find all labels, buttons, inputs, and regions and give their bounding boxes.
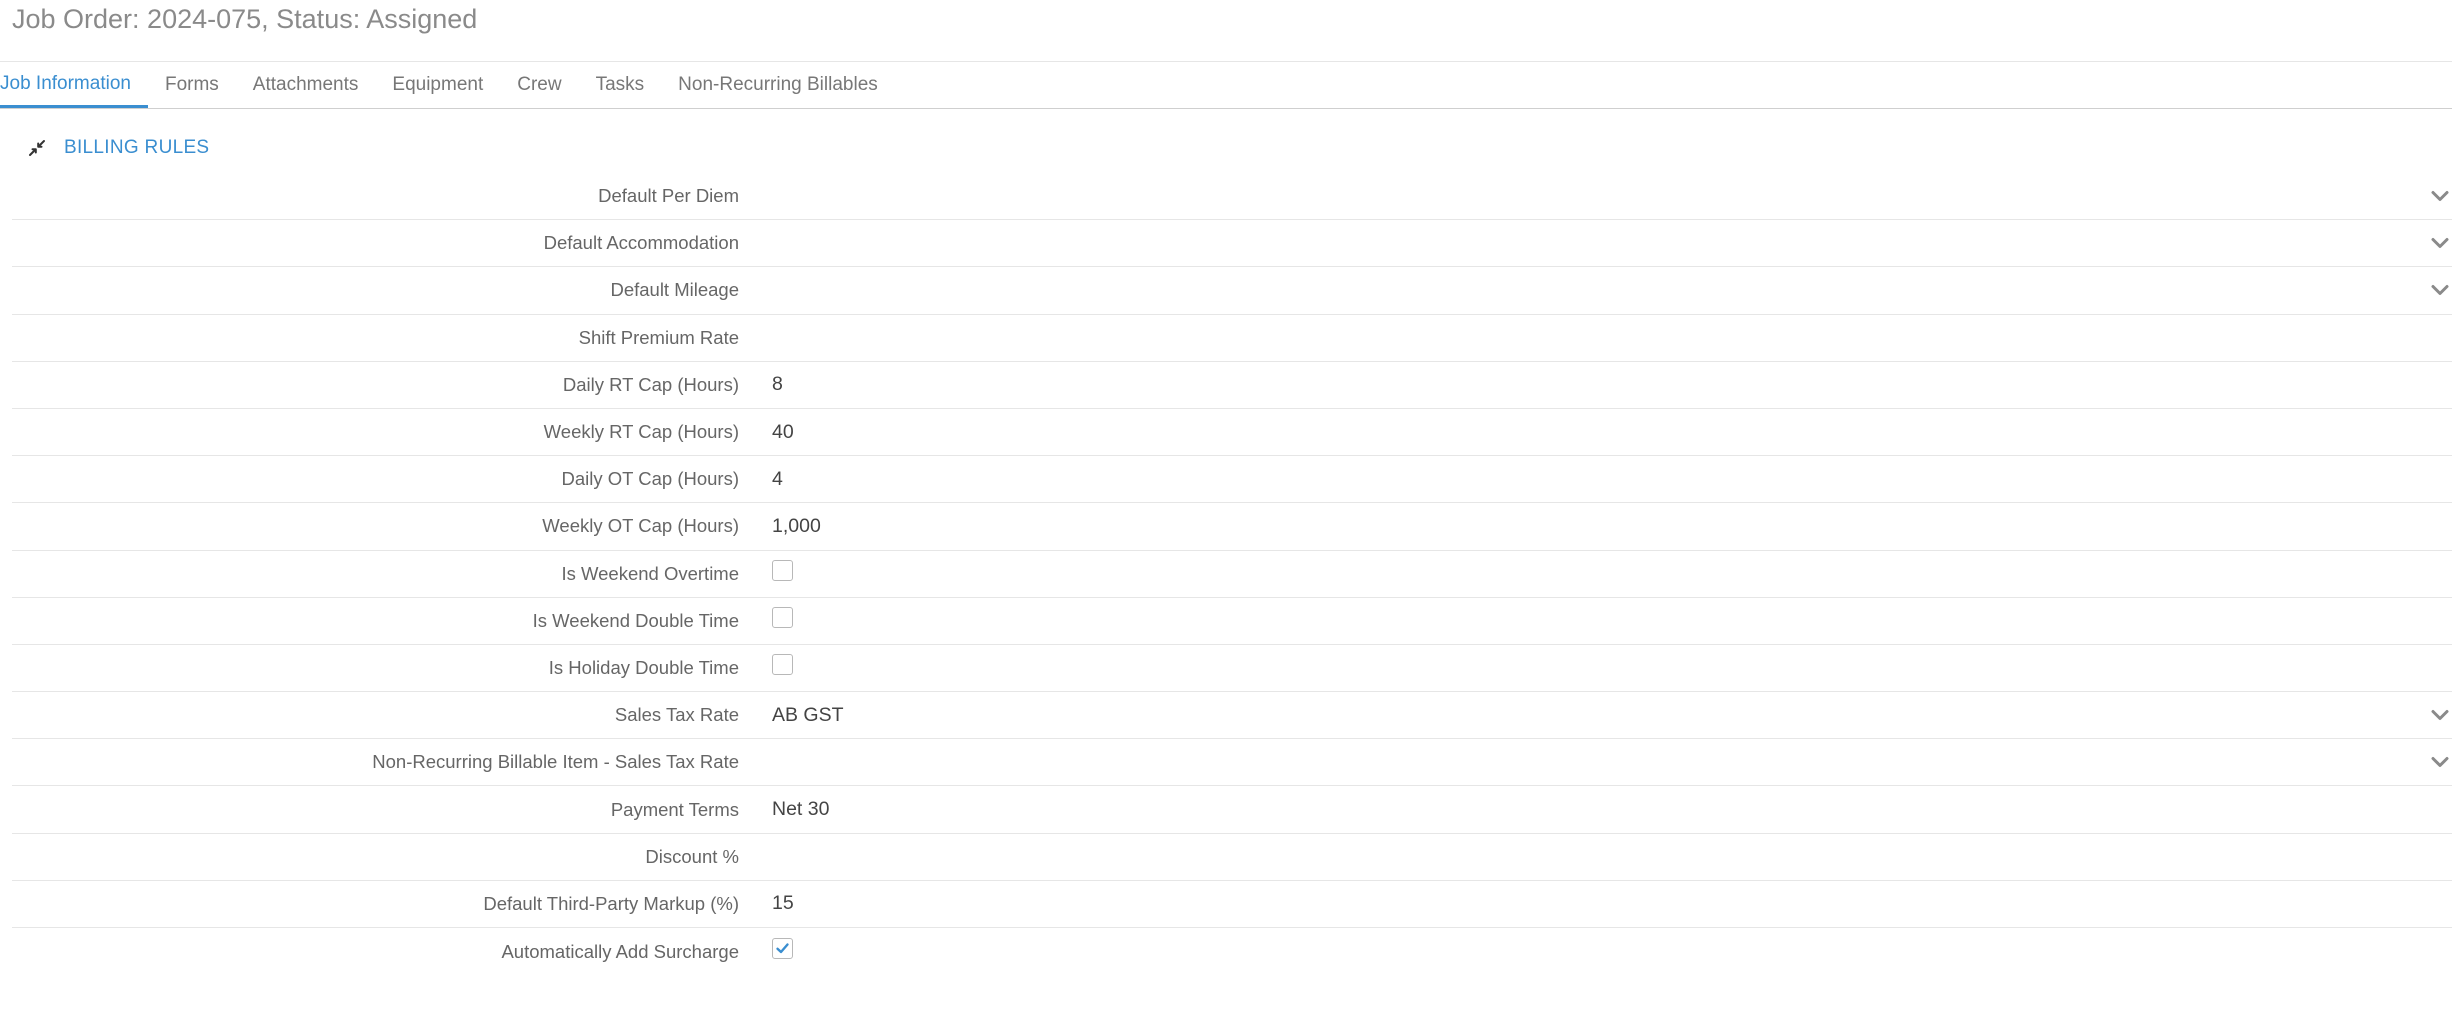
tab-job-information[interactable]: Job Information — [0, 62, 148, 108]
field-label: Is Weekend Double Time — [532, 609, 739, 631]
field-label: Is Weekend Overtime — [561, 562, 739, 584]
default-accommodation-select[interactable] — [772, 220, 2452, 266]
chevron-down-icon[interactable] — [2428, 750, 2452, 774]
field-label: Weekly RT Cap (Hours) — [543, 421, 739, 443]
field-label: Automatically Add Surcharge — [501, 940, 739, 962]
billing-rules-form: Default Per Diem Default Accommodation Def… — [12, 173, 2452, 975]
is-holiday-double-time-checkbox[interactable] — [772, 654, 793, 676]
daily-ot-cap-hours-input[interactable]: 4 — [772, 456, 2452, 502]
checkbox-cell — [772, 598, 2452, 644]
sales-tax-rate-select[interactable]: AB GST — [772, 692, 2452, 738]
form-row-default-third-party-markup: Default Third-Party Markup (%) 15 — [12, 881, 2452, 928]
form-row-discount: Discount % — [12, 834, 2452, 881]
tab-non-recurring-billables[interactable]: Non-Recurring Billables — [661, 62, 895, 108]
tab-forms[interactable]: Forms — [148, 62, 236, 108]
chevron-down-icon[interactable] — [2428, 703, 2452, 727]
form-row-shift-premium-rate: Shift Premium Rate — [12, 315, 2452, 362]
field-label: Default Per Diem — [598, 185, 739, 207]
chevron-down-icon[interactable] — [2428, 231, 2452, 255]
shift-premium-rate-input[interactable] — [772, 315, 2452, 361]
form-row-default-accommodation: Default Accommodation — [12, 220, 2452, 268]
form-row-weekly-ot-cap-hours: Weekly OT Cap (Hours) 1,000 — [12, 503, 2452, 551]
field-label: Non-Recurring Billable Item - Sales Tax … — [372, 751, 739, 773]
form-row-non-recurring-billable-item-sales-tax-rate: Non-Recurring Billable Item - Sales Tax … — [12, 739, 2452, 787]
weekly-ot-cap-hours-input[interactable]: 1,000 — [772, 503, 2452, 549]
field-label: Discount % — [645, 845, 739, 867]
field-label: Weekly OT Cap (Hours) — [542, 515, 739, 537]
checkmark-icon — [775, 941, 790, 956]
tab-attachments[interactable]: Attachments — [236, 62, 376, 108]
weekly-rt-cap-hours-input[interactable]: 40 — [772, 409, 2452, 455]
field-label: Sales Tax Rate — [614, 704, 739, 726]
form-row-default-per-diem: Default Per Diem — [12, 173, 2452, 221]
section-title: BILLING RULES — [64, 137, 210, 158]
non-recurring-billable-item-sales-tax-rate-select[interactable] — [772, 739, 2452, 785]
tab-crew[interactable]: Crew — [500, 62, 578, 108]
discount-input[interactable] — [772, 834, 2452, 880]
checkbox-cell — [772, 551, 2452, 597]
collapse-arrows-icon[interactable] — [28, 139, 46, 157]
field-label: Daily OT Cap (Hours) — [561, 468, 739, 490]
field-label: Daily RT Cap (Hours) — [562, 373, 739, 395]
default-mileage-select[interactable] — [772, 267, 2452, 313]
is-weekend-overtime-checkbox[interactable] — [772, 560, 793, 582]
default-per-diem-select[interactable] — [772, 173, 2452, 219]
billing-rules-header[interactable]: BILLING RULES — [28, 134, 209, 162]
form-row-daily-rt-cap-hours: Daily RT Cap (Hours) 8 — [12, 362, 2452, 409]
tabs-divider — [0, 108, 2452, 109]
field-label: Default Mileage — [610, 279, 739, 301]
tab-tasks[interactable]: Tasks — [579, 62, 662, 108]
form-row-default-mileage: Default Mileage — [12, 267, 2452, 315]
field-label: Payment Terms — [610, 798, 739, 820]
form-row-is-weekend-double-time: Is Weekend Double Time — [12, 598, 2452, 645]
form-row-is-weekend-overtime: Is Weekend Overtime — [12, 551, 2452, 598]
checkbox-cell — [772, 645, 2452, 691]
daily-rt-cap-hours-input[interactable]: 8 — [772, 362, 2452, 408]
tab-equipment[interactable]: Equipment — [375, 62, 500, 108]
job-order-page: Job Order: 2024-075, Status: Assigned Jo… — [0, 0, 2452, 1030]
default-third-party-markup-input[interactable]: 15 — [772, 881, 2452, 927]
field-label: Is Holiday Double Time — [548, 656, 739, 678]
form-row-automatically-add-surcharge: Automatically Add Surcharge — [12, 928, 2452, 975]
field-label: Shift Premium Rate — [578, 326, 739, 348]
is-weekend-double-time-checkbox[interactable] — [772, 607, 793, 629]
field-label: Default Third-Party Markup (%) — [483, 892, 739, 914]
form-row-is-holiday-double-time: Is Holiday Double Time — [12, 645, 2452, 693]
automatically-add-surcharge-checkbox[interactable] — [772, 938, 793, 960]
form-row-sales-tax-rate: Sales Tax Rate AB GST — [12, 692, 2452, 740]
form-row-weekly-rt-cap-hours: Weekly RT Cap (Hours) 40 — [12, 409, 2452, 457]
chevron-down-icon[interactable] — [2428, 278, 2452, 302]
page-title: Job Order: 2024-075, Status: Assigned — [12, 4, 478, 34]
checkbox-cell — [772, 928, 2452, 975]
payment-terms-input[interactable]: Net 30 — [772, 786, 2452, 832]
form-row-payment-terms: Payment Terms Net 30 — [12, 786, 2452, 834]
field-label: Default Accommodation — [543, 232, 739, 254]
chevron-down-icon[interactable] — [2428, 184, 2452, 208]
tab-bar: Job Information Forms Attachments Equipm… — [0, 62, 2452, 108]
form-row-daily-ot-cap-hours: Daily OT Cap (Hours) 4 — [12, 456, 2452, 504]
